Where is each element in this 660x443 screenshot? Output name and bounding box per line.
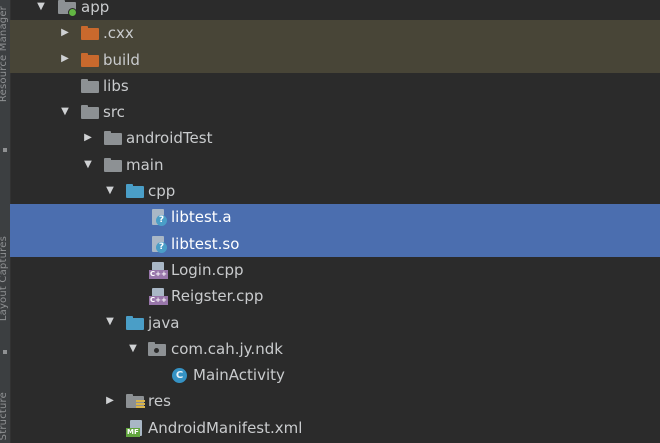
unknown-file-icon: ? — [150, 235, 168, 253]
tree-row-login-cpp[interactable]: C++ Login.cpp — [10, 257, 660, 283]
cpp-file-icon: C++ — [149, 261, 168, 279]
collapse-arrow-icon[interactable]: ▶ — [81, 125, 95, 151]
structure-tab[interactable]: Structure — [0, 392, 9, 440]
tree-row-src[interactable]: ▼ src — [10, 99, 660, 125]
tree-row-manifest[interactable]: MF AndroidManifest.xml — [10, 415, 660, 441]
java-class-icon: C — [171, 368, 189, 384]
collapse-arrow-icon[interactable]: ▶ — [58, 20, 72, 46]
expand-arrow-icon[interactable]: ▼ — [126, 336, 140, 362]
tree-label: libtest.a — [171, 208, 232, 227]
excluded-folder-icon — [81, 26, 99, 41]
tree-row-main[interactable]: ▼ main — [10, 152, 660, 178]
resource-folder-icon — [126, 394, 145, 410]
tree-row-libtest-a[interactable]: ? libtest.a — [10, 204, 660, 231]
tree-label: MainActivity — [193, 366, 285, 385]
folder-icon — [81, 78, 99, 94]
source-folder-icon — [126, 315, 144, 331]
package-icon — [148, 341, 166, 357]
tree-row-package[interactable]: ▼ com.cah.jy.ndk — [10, 336, 660, 362]
tree-row-mainactivity[interactable]: C MainActivity — [10, 362, 660, 388]
tree-label: libs — [103, 76, 129, 95]
tree-label: com.cah.jy.ndk — [171, 339, 283, 358]
tree-row-reigster-cpp[interactable]: C++ Reigster.cpp — [10, 283, 660, 309]
expand-arrow-icon[interactable]: ▼ — [103, 178, 117, 204]
source-folder-icon — [126, 184, 144, 199]
unknown-file-icon: ? — [150, 209, 168, 227]
tree-row-res[interactable]: ▶ res — [10, 388, 660, 414]
folder-icon — [104, 131, 122, 146]
tree-label: Login.cpp — [171, 260, 244, 279]
tree-row-app[interactable]: ▼ app — [10, 0, 660, 20]
module-folder-icon — [58, 0, 77, 17]
tree-row-libtest-so[interactable]: ? libtest.so — [10, 230, 660, 257]
tree-label: .cxx — [103, 24, 134, 43]
project-tree: ▼ app ▶ .cxx ▶ build libs ▼ src ▶ androi… — [10, 0, 660, 441]
cpp-file-icon: C++ — [149, 288, 168, 306]
tree-label: androidTest — [126, 129, 213, 148]
tree-row-libs[interactable]: libs — [10, 73, 660, 99]
tree-label: cpp — [148, 182, 176, 201]
manifest-file-icon: MF — [126, 419, 146, 437]
tree-row-androidtest[interactable]: ▶ androidTest — [10, 125, 660, 151]
folder-icon — [104, 157, 122, 173]
expand-arrow-icon[interactable]: ▼ — [58, 99, 72, 125]
tree-row-java[interactable]: ▼ java — [10, 310, 660, 336]
expand-arrow-icon[interactable]: ▼ — [103, 310, 117, 336]
tree-row-build[interactable]: ▶ build — [10, 46, 660, 73]
expand-arrow-icon[interactable]: ▼ — [81, 152, 95, 178]
folder-icon — [81, 105, 99, 120]
tree-label: Reigster.cpp — [171, 287, 264, 306]
tree-label: build — [103, 50, 140, 69]
layout-captures-tab[interactable]: Layout Captures — [0, 236, 9, 321]
tree-label: main — [126, 155, 164, 174]
tree-label: res — [148, 392, 171, 411]
collapse-arrow-icon[interactable]: ▶ — [58, 47, 72, 73]
tree-label: app — [81, 0, 110, 16]
strip-separator-2 — [3, 350, 7, 354]
collapse-arrow-icon[interactable]: ▶ — [103, 388, 117, 414]
tree-row-cxx[interactable]: ▶ .cxx — [10, 20, 660, 47]
tree-row-cpp[interactable]: ▼ cpp — [10, 178, 660, 204]
tree-label: src — [103, 103, 125, 122]
tree-label: libtest.so — [171, 234, 240, 253]
expand-arrow-icon[interactable]: ▼ — [34, 0, 48, 20]
tree-label: java — [148, 313, 180, 332]
tree-label: AndroidManifest.xml — [148, 418, 303, 437]
excluded-folder-icon — [81, 52, 99, 68]
resource-manager-tab[interactable]: Resource Manager — [0, 6, 9, 102]
strip-separator — [3, 148, 7, 152]
